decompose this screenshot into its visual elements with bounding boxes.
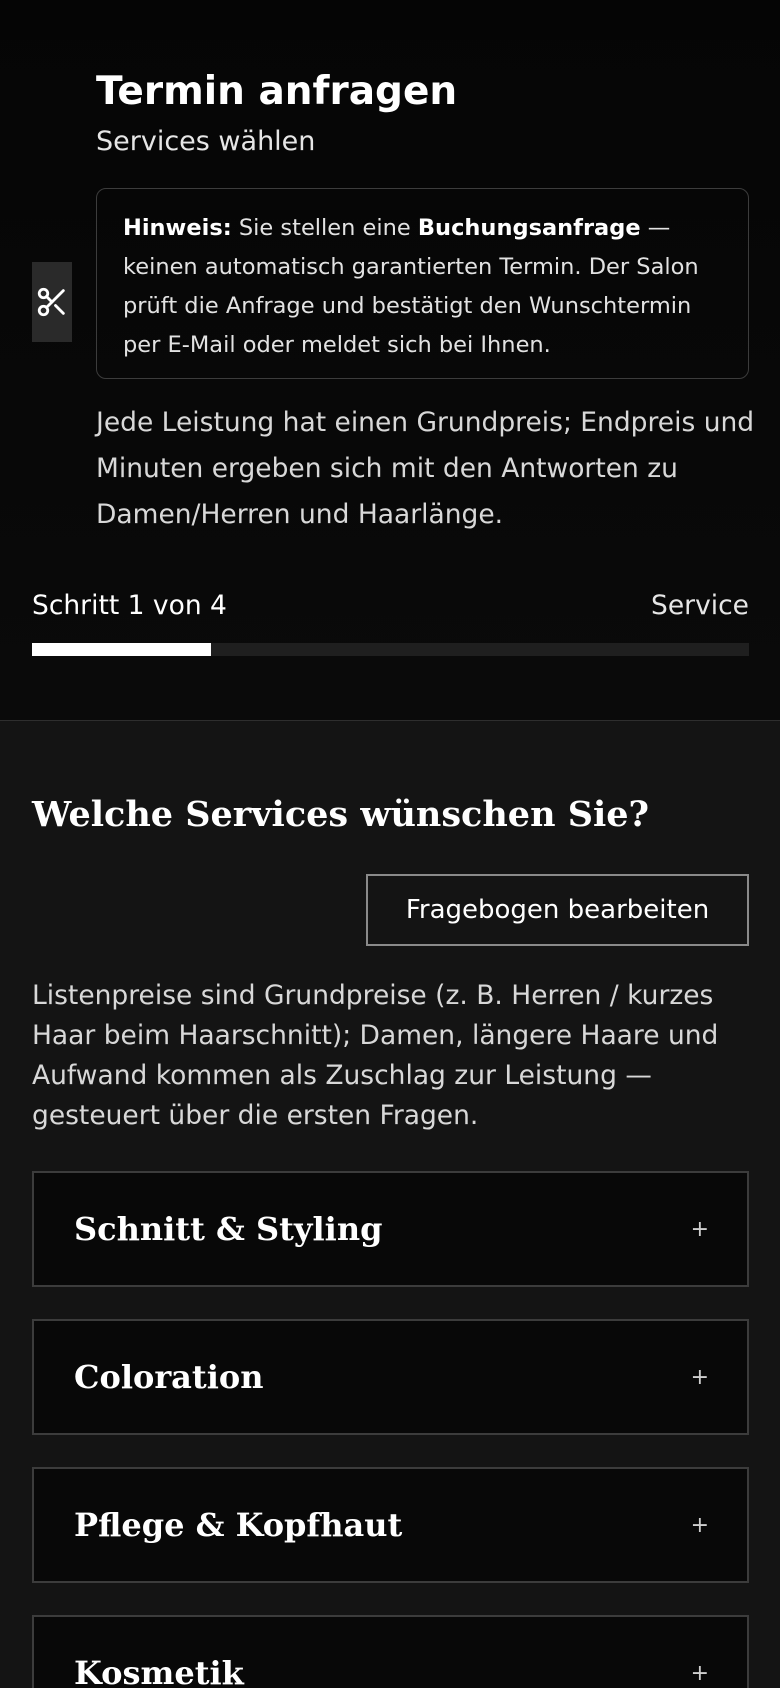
category-label: Coloration [74, 1358, 264, 1396]
expand-plus-icon[interactable]: + [691, 1217, 709, 1242]
intro-text: Jede Leistung hat einen Grundpreis; Endp… [96, 407, 755, 530]
edit-questionnaire-button[interactable]: Fragebogen bearbeiten [366, 874, 749, 946]
scissors-icon [37, 287, 65, 317]
category-label: Pflege & Kopfhaut [74, 1506, 403, 1544]
notice-text-before: Sie stellen eine [231, 215, 418, 241]
page-title: Termin anfragen [96, 69, 458, 114]
progress-bar [32, 643, 749, 656]
category-pflege-kopfhaut[interactable]: Pflege & Kopfhaut + [32, 1467, 749, 1583]
section-title: Welche Services wünschen Sie? [32, 794, 650, 835]
progress-fill [32, 643, 212, 656]
step-name: Service [651, 590, 749, 621]
expand-plus-icon[interactable]: + [691, 1513, 709, 1538]
category-label: Schnitt & Styling [74, 1210, 383, 1248]
header: Termin anfragen Services wählen Hinweis:… [0, 0, 780, 721]
category-coloration[interactable]: Coloration + [32, 1319, 749, 1435]
scissors-button[interactable] [32, 262, 72, 342]
notice-emphasis: Buchungsanfrage [417, 215, 641, 241]
step-indicator: Schritt 1 von 4 [32, 590, 227, 621]
notice-label: Hinweis: [123, 215, 232, 241]
category-schnitt-styling[interactable]: Schnitt & Styling + [32, 1171, 749, 1287]
booking-notice: Hinweis: Sie stellen eine Buchungsanfrag… [96, 188, 749, 379]
category-kosmetik[interactable]: Kosmetik + [32, 1615, 749, 1688]
page-subtitle: Services wählen [96, 126, 316, 157]
expand-plus-icon[interactable]: + [691, 1365, 709, 1390]
price-description: Listenpreise sind Grundpreise (z. B. Her… [32, 980, 719, 1131]
category-label: Kosmetik [74, 1654, 244, 1688]
expand-plus-icon[interactable]: + [691, 1661, 709, 1686]
